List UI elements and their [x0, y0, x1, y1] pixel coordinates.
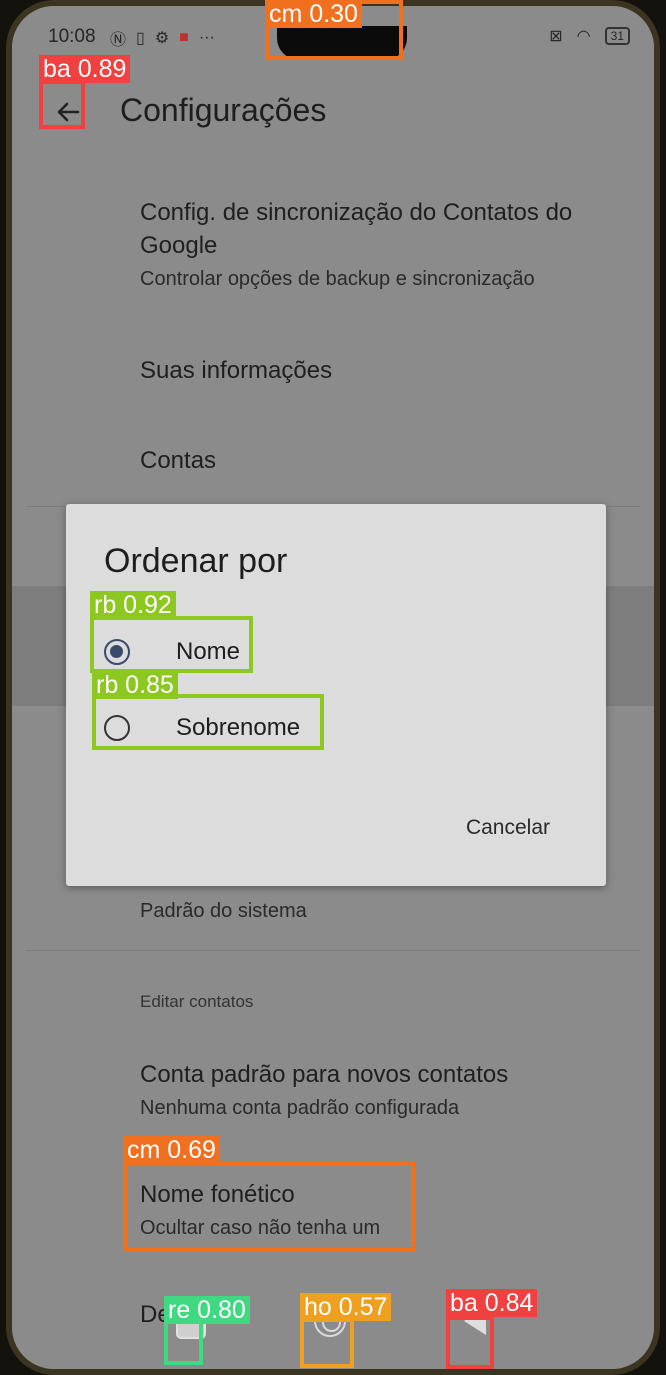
- setting-sync-subtitle: Controlar opções de backup e sincronizaç…: [140, 268, 535, 290]
- radio-option-sobrenome[interactable]: Sobrenome: [104, 706, 300, 750]
- setting-system-default-title: Padrão do sistema: [140, 900, 307, 922]
- setting-your-info[interactable]: Suas informações: [140, 354, 614, 387]
- radio-label: Nome: [176, 638, 241, 665]
- setting-phonetic-name-title: Nome fonético: [140, 1181, 295, 1208]
- detection-label: rb 0.92: [90, 591, 176, 619]
- sim-icon: ▯: [136, 30, 145, 47]
- setting-your-info-title: Suas informações: [140, 357, 333, 384]
- status-icons-left: Ⓝ ▯ ⚙ ■ ···: [110, 26, 215, 50]
- radio-option-nome[interactable]: Nome: [104, 630, 240, 674]
- setting-sync-title: Config. de sincronização do Contatos do …: [140, 199, 573, 259]
- setting-accounts-title: Contas: [140, 447, 217, 474]
- status-time: 10:08: [48, 26, 96, 47]
- detection-label: ba 0.89: [39, 55, 131, 83]
- camera-notch: [277, 26, 407, 60]
- radio-checked-icon[interactable]: [104, 639, 130, 665]
- status-icons-right: ⊠ ◠ 31: [549, 26, 630, 46]
- section-edit-contacts: Editar contatos: [140, 992, 254, 1011]
- mute-icon: ⊠: [549, 28, 563, 45]
- setting-sync[interactable]: Config. de sincronização do Contatos do …: [140, 196, 614, 294]
- setting-system-default[interactable]: Padrão do sistema: [140, 894, 614, 926]
- cancel-button[interactable]: Cancelar: [466, 816, 550, 840]
- page-title: Configurações: [120, 92, 327, 128]
- more-icon: ···: [198, 29, 215, 46]
- setting-phonetic-name-subtitle: Ocultar caso não tenha um: [140, 1217, 381, 1239]
- setting-default-account[interactable]: Conta padrão para novos contatos Nenhuma…: [140, 1058, 614, 1123]
- detection-label: cm 0.30: [265, 0, 362, 28]
- nfc-icon: Ⓝ: [110, 32, 127, 49]
- wifi-icon: ◠: [576, 28, 591, 45]
- detection-label: re 0.80: [164, 1296, 250, 1324]
- detection-label: ho 0.57: [300, 1293, 392, 1321]
- radio-unchecked-icon[interactable]: [104, 715, 130, 741]
- radio-label: Sobrenome: [176, 714, 301, 741]
- setting-phonetic-name[interactable]: Nome fonético Ocultar caso não tenha um: [140, 1178, 614, 1243]
- app-header: Configurações: [12, 76, 654, 156]
- setting-default-account-subtitle: Nenhuma conta padrão configurada: [140, 1097, 460, 1119]
- dialog-title: Ordenar por: [104, 542, 288, 580]
- detection-label: ba 0.84: [446, 1289, 538, 1317]
- divider: [26, 950, 640, 951]
- detection-label: cm 0.69: [123, 1136, 220, 1164]
- back-arrow-icon[interactable]: [46, 90, 90, 134]
- setting-accounts[interactable]: Contas: [140, 444, 614, 477]
- setting-default-account-title: Conta padrão para novos contatos: [140, 1061, 509, 1088]
- battery-icon: 31: [604, 27, 630, 45]
- detection-label: rb 0.85: [92, 671, 178, 699]
- gear-icon: ⚙: [154, 30, 170, 47]
- mail-icon: ■: [179, 29, 189, 46]
